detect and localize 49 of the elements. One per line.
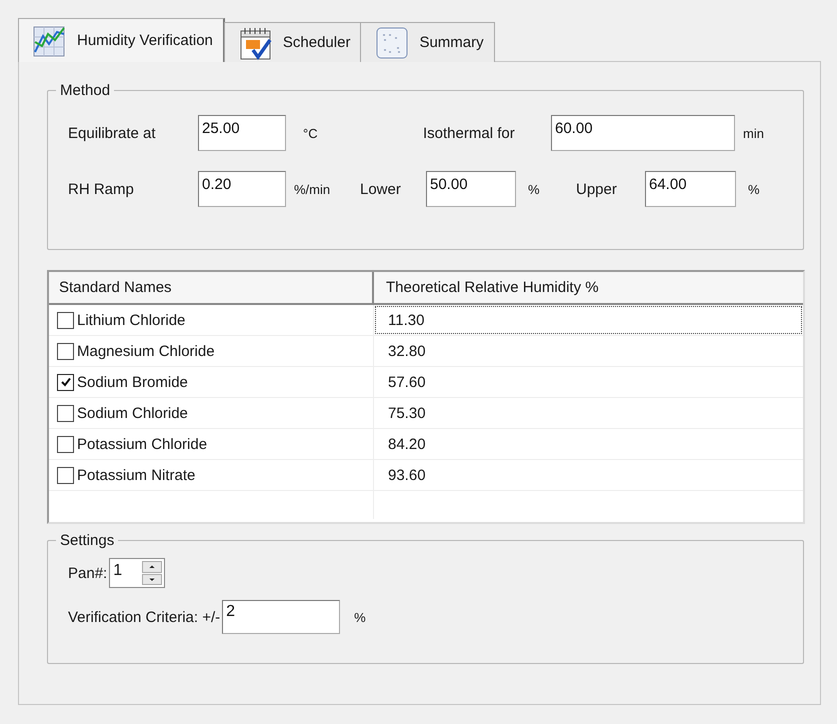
unit-label: % <box>527 182 541 196</box>
column-header[interactable]: Theoretical Relative Humidity % <box>374 272 803 303</box>
input-field[interactable]: 60.00 <box>551 115 735 151</box>
table-cell: Sodium Chloride <box>77 404 188 422</box>
table-cell-text: 75.30 <box>387 404 427 424</box>
checkbox[interactable] <box>57 466 74 484</box>
group-title: Method <box>59 82 112 99</box>
checkbox[interactable] <box>57 342 74 360</box>
field-label: Upper <box>576 180 618 198</box>
table-cell-text: 32.80 <box>387 342 427 362</box>
input-field[interactable]: 2 <box>222 600 340 634</box>
input-field[interactable]: 50.00 <box>426 171 516 207</box>
input-field[interactable]: 64.00 <box>645 171 736 207</box>
field-label: Isothermal for <box>423 124 516 142</box>
grid-icon <box>375 26 410 60</box>
table-cell-text: 93.60 <box>387 466 427 486</box>
calendar-icon <box>238 26 273 60</box>
tab[interactable]: Scheduler <box>224 22 362 62</box>
input-field[interactable]: 0.20 <box>198 171 286 207</box>
table-cell: Magnesium Chloride <box>77 342 215 360</box>
unit-label: % <box>353 610 366 624</box>
table-cell: Potassium Nitrate <box>77 466 196 484</box>
table-cell: Potassium Chloride <box>77 436 208 452</box>
tab[interactable]: Summary <box>360 22 495 62</box>
field-label: Pan#: <box>68 564 108 582</box>
checkbox[interactable] <box>57 436 74 452</box>
group-title: Settings <box>59 532 116 549</box>
field-label: Verification Criteria: +/- <box>68 608 220 626</box>
table-cell: Sodium Bromide <box>77 374 188 390</box>
unit-label: min <box>742 126 764 140</box>
checkbox[interactable] <box>57 404 74 422</box>
table-cell: 11.30 <box>374 305 803 335</box>
table-cell-text: 84.20 <box>387 434 427 454</box>
unit-label: %/min <box>293 182 332 196</box>
checkbox[interactable] <box>57 312 74 328</box>
unit-label: % <box>747 182 760 196</box>
chart-icon <box>33 24 67 58</box>
field-label: RH Ramp <box>68 180 135 198</box>
field-label: Equilibrate at <box>68 124 157 142</box>
tab[interactable]: Humidity Verification <box>18 18 225 62</box>
table-cell: Lithium Chloride <box>77 312 186 328</box>
checkmark-icon <box>60 376 72 388</box>
unit-label: °C <box>302 126 319 140</box>
field-label: Lower <box>360 180 402 198</box>
checkbox[interactable] <box>57 374 74 390</box>
column-header[interactable]: Standard Names <box>49 272 374 303</box>
spin-field[interactable]: 1 <box>109 558 166 588</box>
input-field[interactable]: 25.00 <box>198 115 286 151</box>
table-cell-text: 57.60 <box>387 372 427 392</box>
